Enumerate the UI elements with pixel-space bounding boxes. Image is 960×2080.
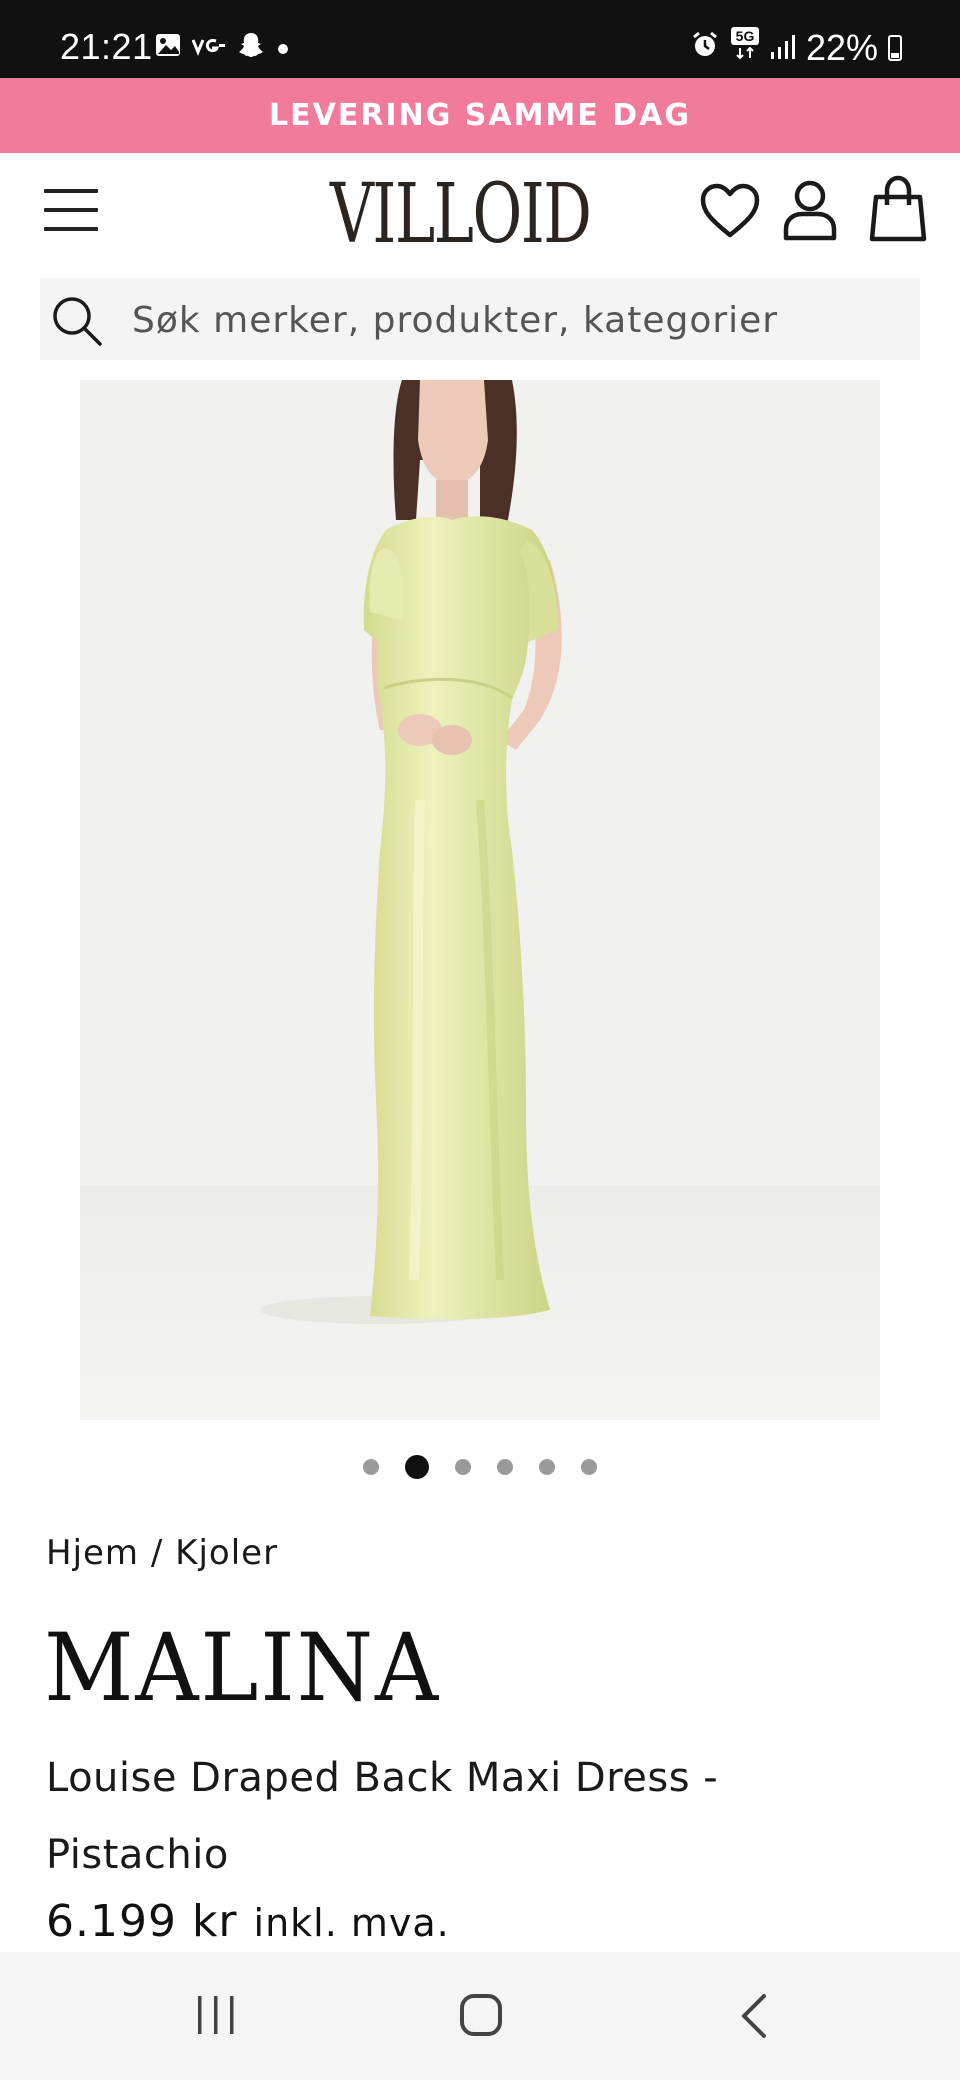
bag-icon[interactable] — [868, 175, 928, 243]
user-icon[interactable] — [782, 179, 838, 241]
breadcrumb-separator: / — [150, 1533, 164, 1573]
breadcrumb-category[interactable]: Kjoler — [175, 1533, 278, 1573]
product-image[interactable] — [80, 380, 880, 1420]
search-input[interactable] — [130, 278, 904, 362]
dot-icon — [276, 34, 290, 64]
system-nav-bar — [0, 1952, 960, 2080]
system-icons: 5G 22% — [690, 26, 902, 69]
battery-icon — [888, 34, 902, 61]
search-icon[interactable] — [50, 294, 104, 352]
menu-icon[interactable] — [44, 189, 98, 233]
carousel-dot-active[interactable] — [405, 1455, 429, 1479]
status-time: 21:21 — [60, 26, 153, 67]
snapchat-icon — [236, 30, 266, 68]
signal-icon — [770, 27, 796, 69]
carousel-dot[interactable] — [363, 1459, 379, 1475]
product-brand[interactable]: MALINA — [44, 1614, 440, 1723]
carousel-dots — [0, 1455, 960, 1479]
vat-note: inkl. mva. — [253, 1901, 450, 1945]
promo-banner[interactable]: LEVERING SAMME DAG — [0, 78, 960, 153]
carousel-dot[interactable] — [497, 1459, 513, 1475]
dress-model-illustration — [80, 380, 880, 1420]
network-label: 5G — [736, 28, 755, 44]
carousel-dot[interactable] — [581, 1459, 597, 1475]
status-bar: 21:21 5G 22% — [0, 0, 960, 78]
product-name: Louise Draped Back Maxi Dress - Pistachi… — [46, 1755, 719, 1878]
carousel-dot[interactable] — [455, 1459, 471, 1475]
breadcrumb: Hjem / Kjoler — [46, 1533, 278, 1573]
vg-icon — [191, 34, 226, 64]
breadcrumb-home[interactable]: Hjem — [46, 1533, 139, 1573]
carousel-dot[interactable] — [539, 1459, 555, 1475]
site-header: VILLOID — [0, 153, 960, 278]
alarm-icon — [690, 27, 720, 69]
site-logo[interactable]: VILLOID — [330, 167, 592, 262]
notification-icons — [154, 30, 290, 68]
5g-icon: 5G — [730, 26, 760, 69]
battery-percent: 22% — [805, 26, 878, 68]
heart-icon[interactable] — [700, 183, 760, 239]
back-icon[interactable] — [736, 1992, 772, 2044]
search-bar[interactable] — [40, 278, 920, 362]
recent-apps-icon[interactable] — [192, 1992, 240, 2042]
price-row: 6.199 kr inkl. mva. — [46, 1896, 450, 1947]
gallery-icon — [154, 31, 182, 67]
home-icon[interactable] — [458, 1992, 506, 2044]
product-price: 6.199 kr — [46, 1896, 238, 1947]
